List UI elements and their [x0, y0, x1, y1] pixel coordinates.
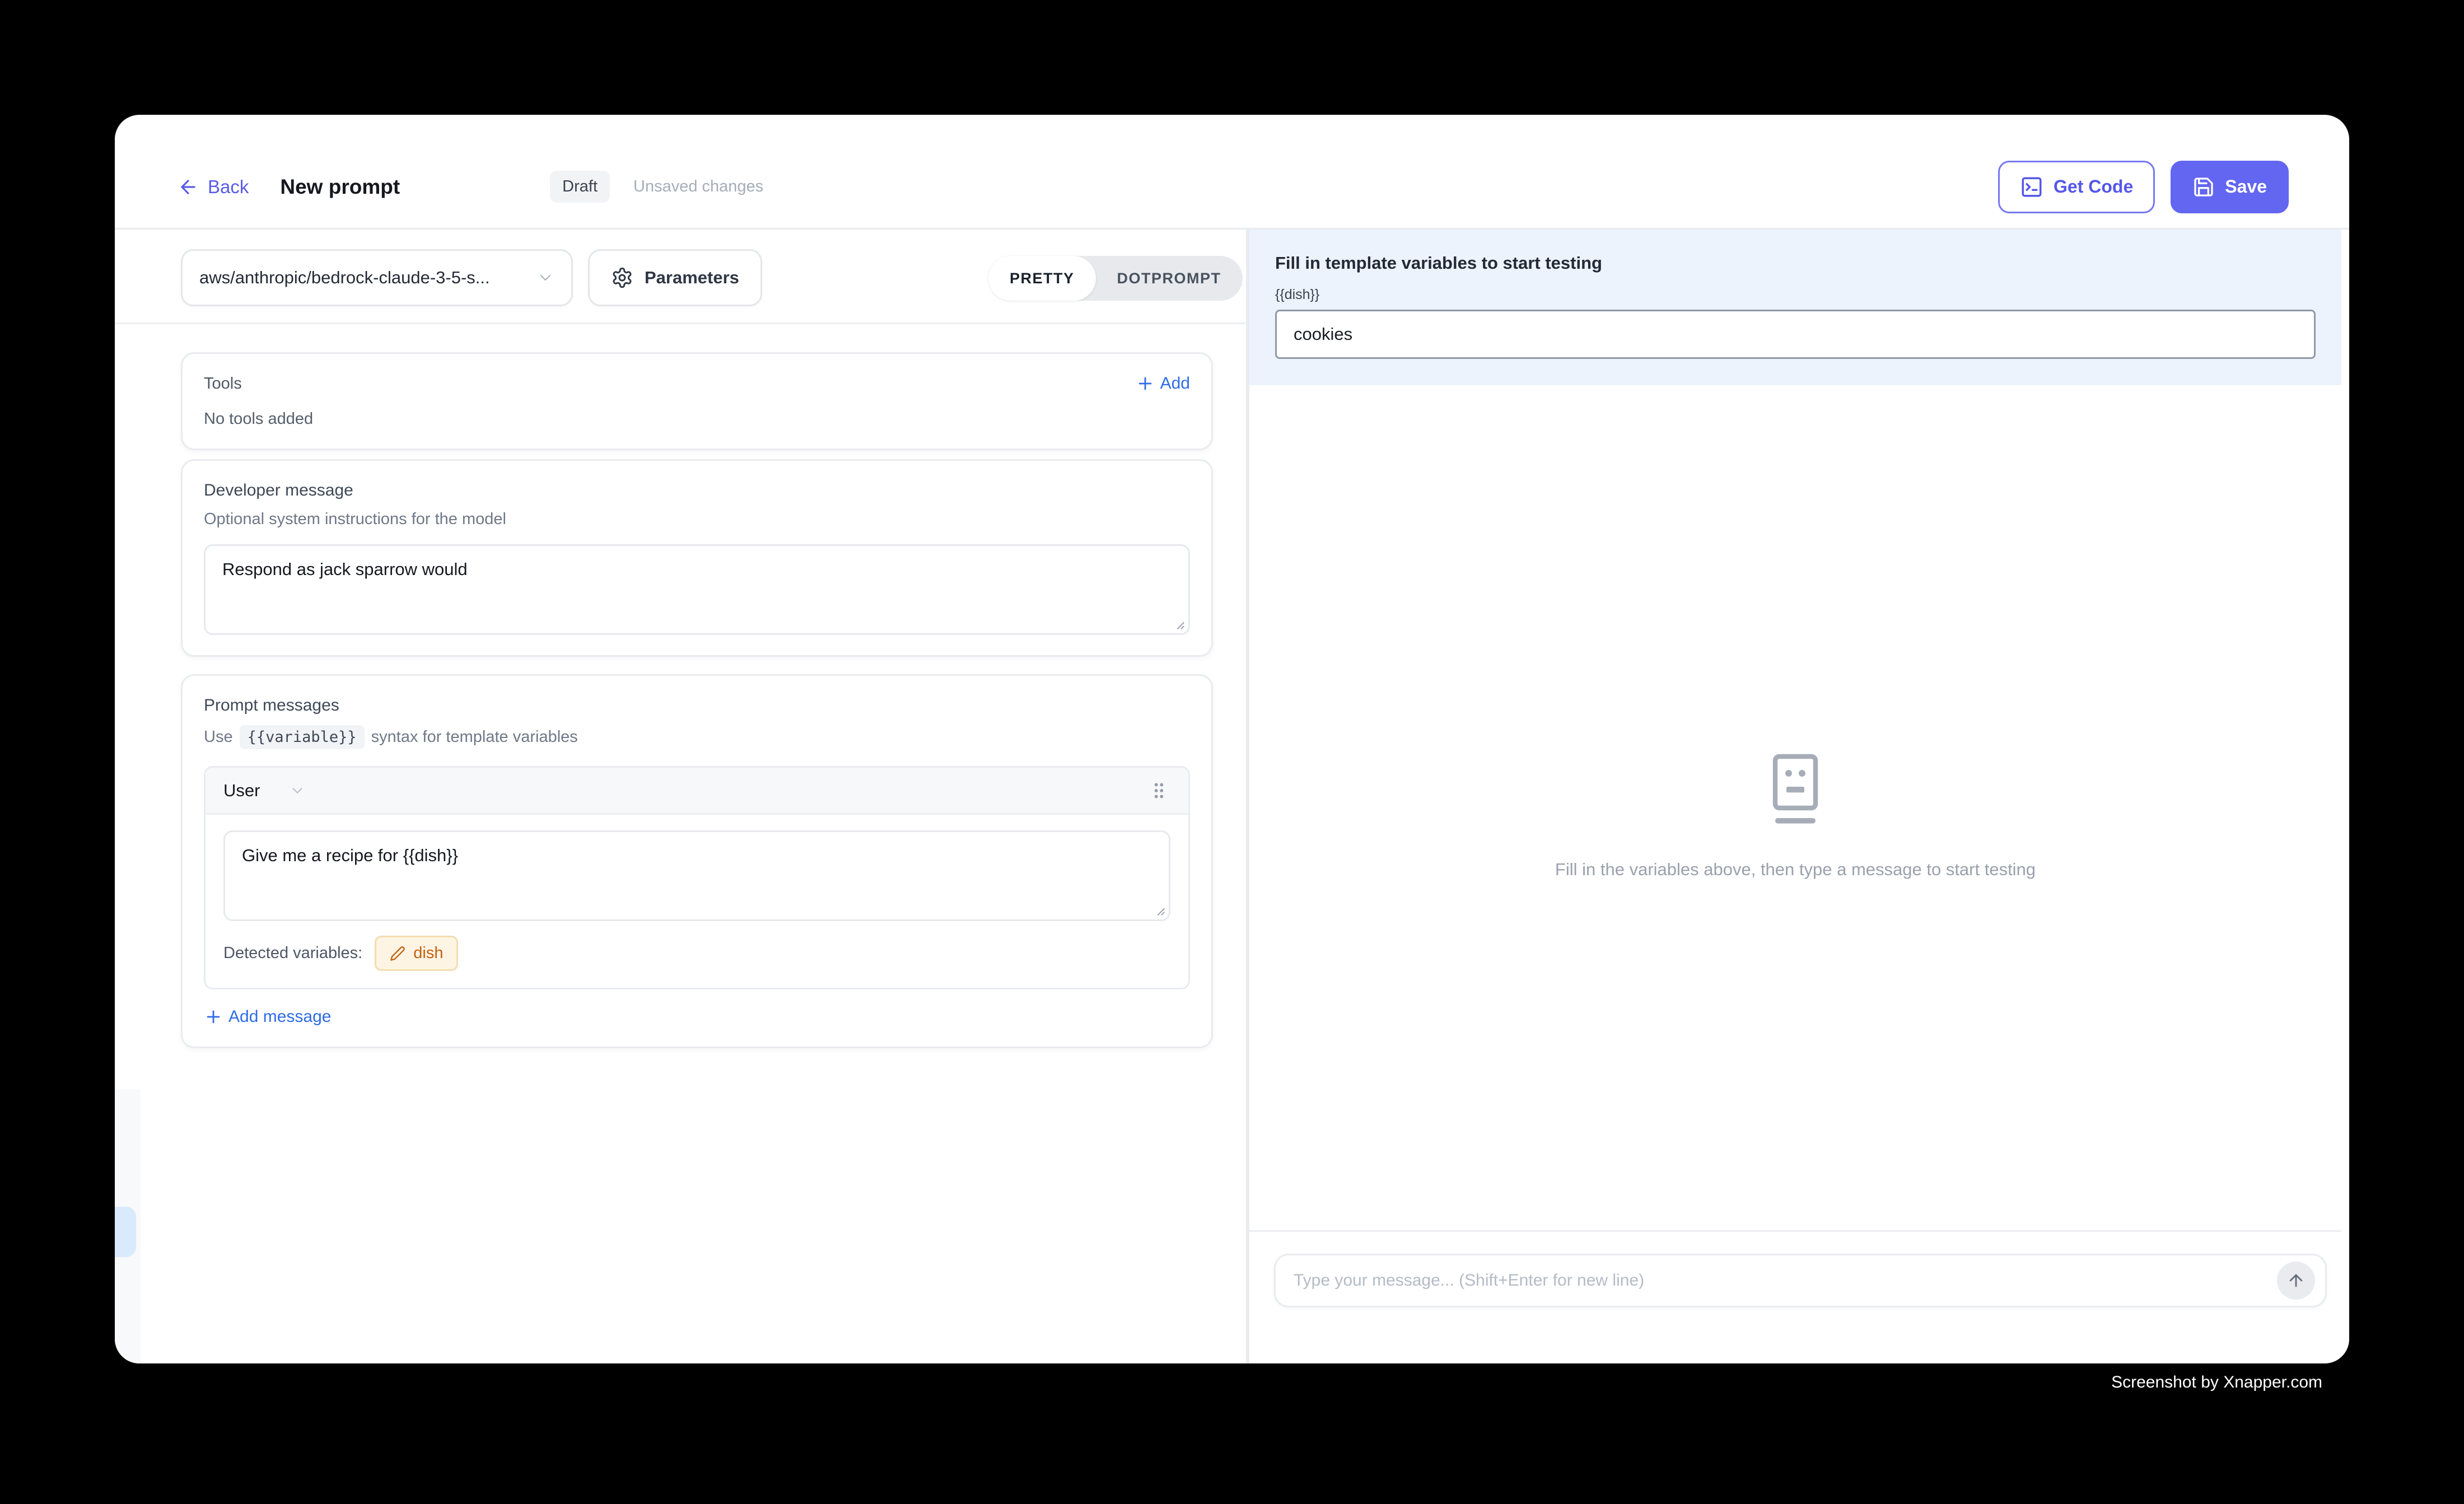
get-code-button[interactable]: Get Code	[1998, 161, 2155, 213]
send-button[interactable]	[2277, 1262, 2315, 1300]
header-actions: Get Code Save	[1998, 161, 2289, 213]
add-tool-label: Add	[1160, 374, 1190, 393]
back-arrow-icon	[178, 176, 199, 198]
page-title: New prompt	[280, 175, 400, 199]
prompt-messages-title: Prompt messages	[204, 696, 1190, 715]
variable-chip-dish[interactable]: dish	[375, 936, 458, 971]
variable-hint-prefix: Use	[204, 728, 233, 746]
toggle-pretty[interactable]: PRETTY	[988, 256, 1096, 301]
message-header: User	[206, 768, 1188, 815]
grip-vertical-icon[interactable]	[1147, 779, 1170, 802]
bot-icon	[1764, 753, 1827, 827]
plus-icon	[204, 1007, 223, 1026]
message-body: Give me a recipe for {{dish}} Detected v…	[206, 815, 1188, 988]
chat-message-input[interactable]	[1294, 1271, 2277, 1290]
role-select[interactable]: User	[223, 781, 306, 801]
status-badge: Draft	[550, 171, 610, 203]
developer-message-title: Developer message	[204, 481, 1190, 500]
add-message-button[interactable]: Add message	[204, 1007, 1190, 1026]
chat-input-divider	[1249, 1230, 2341, 1232]
parameters-button[interactable]: Parameters	[588, 249, 762, 306]
variable-dish-input[interactable]	[1275, 310, 2316, 359]
parameters-label: Parameters	[645, 268, 739, 288]
screen-background: Back New prompt Draft Unsaved changes Ge…	[0, 0, 2464, 1504]
app-window: Back New prompt Draft Unsaved changes Ge…	[115, 115, 2349, 1363]
send-arrow-icon	[2286, 1271, 2306, 1290]
gear-icon	[611, 267, 633, 289]
header: Back New prompt Draft Unsaved changes Ge…	[115, 115, 2349, 230]
message-textarea[interactable]: Give me a recipe for {{dish}}	[223, 830, 1170, 921]
developer-message-textarea[interactable]: Respond as jack sparrow would	[204, 544, 1190, 635]
plus-icon	[1136, 374, 1155, 393]
back-button[interactable]: Back	[178, 176, 249, 198]
developer-message-subtitle: Optional system instructions for the mod…	[204, 510, 1190, 529]
unsaved-changes-text: Unsaved changes	[633, 178, 763, 196]
template-variables-panel: Fill in template variables to start test…	[1249, 230, 2341, 385]
detected-variables-row: Detected variables: dish	[223, 936, 1170, 971]
toolbar-divider	[115, 323, 1246, 324]
variable-dish-label: {{dish}}	[1275, 287, 2316, 303]
role-select-value: User	[223, 781, 260, 801]
editor-pane: aws/anthropic/bedrock-claude-3-5-s... Pa…	[115, 230, 1248, 1363]
prompt-messages-card: Prompt messages Use {{variable}} syntax …	[181, 674, 1213, 1048]
tools-empty-text: No tools added	[204, 410, 1190, 428]
view-mode-toggle: PRETTY DOTPROMPT	[988, 256, 1243, 301]
tools-title: Tools	[204, 375, 242, 393]
save-label: Save	[2225, 176, 2267, 197]
model-select-value: aws/anthropic/bedrock-claude-3-5-s...	[199, 268, 490, 288]
chat-input-bar	[1274, 1254, 2327, 1307]
save-icon	[2192, 176, 2215, 198]
test-pane: Fill in template variables to start test…	[1248, 230, 2349, 1363]
chevron-down-icon	[289, 782, 306, 799]
add-message-label: Add message	[228, 1007, 331, 1026]
chat-empty-state: Fill in the variables above, then type a…	[1249, 753, 2341, 880]
message-block: User Give me a recipe for {{dish}}	[204, 766, 1190, 989]
watermark-text: Screenshot by Xnapper.com	[2111, 1373, 2322, 1392]
save-button[interactable]: Save	[2171, 161, 2289, 213]
variable-hint-suffix: syntax for template variables	[371, 728, 578, 746]
variable-token: {{variable}}	[240, 725, 365, 749]
detected-variables-label: Detected variables:	[223, 944, 362, 963]
get-code-label: Get Code	[2054, 176, 2133, 197]
terminal-icon	[2020, 175, 2043, 199]
developer-message-card: Developer message Optional system instru…	[181, 459, 1213, 657]
chevron-down-icon	[536, 269, 554, 287]
back-label: Back	[208, 176, 249, 198]
add-tool-button[interactable]: Add	[1136, 374, 1190, 393]
chat-empty-text: Fill in the variables above, then type a…	[1555, 860, 2036, 880]
toggle-dotprompt[interactable]: DOTPROMPT	[1096, 256, 1243, 301]
pencil-icon	[390, 946, 405, 961]
model-select[interactable]: aws/anthropic/bedrock-claude-3-5-s...	[181, 249, 573, 306]
background-sidebar-active-item	[115, 1207, 136, 1257]
tools-card: Tools Add No tools added	[181, 352, 1213, 450]
variable-chip-label: dish	[413, 944, 443, 963]
template-variables-title: Fill in template variables to start test…	[1275, 253, 2316, 273]
